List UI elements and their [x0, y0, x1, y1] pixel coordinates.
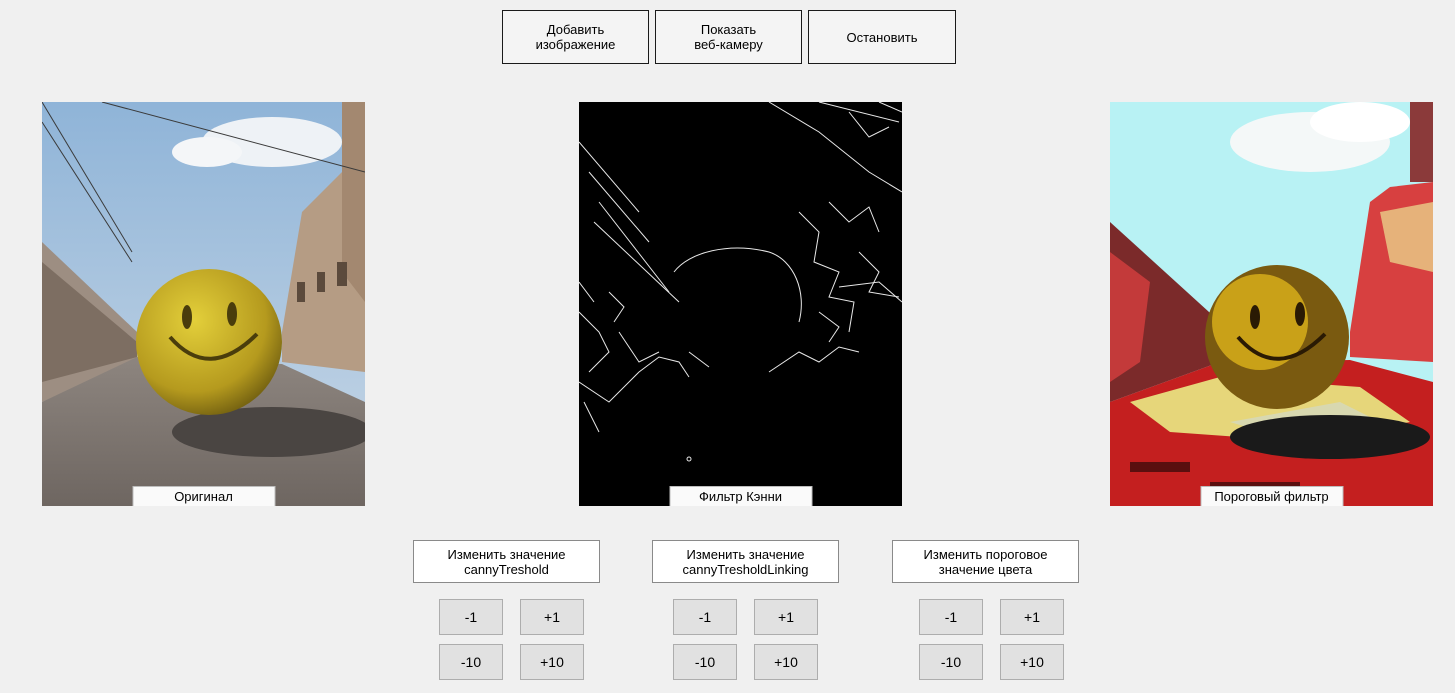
canny-threshold-label-line1: Изменить значение [447, 546, 566, 562]
color-threshold-label: Изменить пороговое значение цвета [892, 540, 1079, 583]
canny-threshold-label-line2: cannyTreshold [464, 561, 549, 577]
show-webcam-button[interactable]: Показать веб-камеру [655, 10, 802, 64]
stop-button[interactable]: Остановить [808, 10, 956, 64]
threshold-image-panel: Пороговый фильтр [1110, 102, 1433, 506]
show-webcam-label-line2: веб-камеру [694, 37, 763, 52]
color-threshold-label-line2: значение цвета [938, 561, 1033, 577]
color-threshold-plus10-button[interactable]: +10 [1000, 644, 1064, 680]
canny-threshold-minus1-button[interactable]: -1 [439, 599, 503, 635]
color-threshold-label-line1: Изменить пороговое [923, 546, 1048, 562]
original-image [42, 102, 365, 506]
canny-caption: Фильтр Кэнни [669, 486, 812, 506]
color-threshold-plus1-button[interactable]: +1 [1000, 599, 1064, 635]
add-image-label-line2: изображение [535, 37, 616, 52]
show-webcam-label-line1: Показать [700, 22, 757, 37]
color-threshold-minus1-button[interactable]: -1 [919, 599, 983, 635]
canny-image-panel: Фильтр Кэнни [579, 102, 902, 506]
canny-linking-label: Изменить значение cannyTresholdLinking [652, 540, 839, 583]
canny-threshold-plus10-button[interactable]: +10 [520, 644, 584, 680]
threshold-caption: Пороговый фильтр [1200, 486, 1343, 506]
canny-linking-minus10-button[interactable]: -10 [673, 644, 737, 680]
color-threshold-minus10-button[interactable]: -10 [919, 644, 983, 680]
canny-linking-minus1-button[interactable]: -1 [673, 599, 737, 635]
add-image-label-line1: Добавить [546, 22, 605, 37]
canny-threshold-minus10-button[interactable]: -10 [439, 644, 503, 680]
add-image-button[interactable]: Добавить изображение [502, 10, 649, 64]
canny-image [579, 102, 902, 506]
stop-label: Остановить [846, 29, 918, 45]
canny-threshold-plus1-button[interactable]: +1 [520, 599, 584, 635]
canny-linking-label-line2: cannyTresholdLinking [682, 561, 809, 577]
threshold-image [1110, 102, 1433, 506]
original-image-panel: Оригинал [42, 102, 365, 506]
canny-linking-label-line1: Изменить значение [686, 546, 805, 562]
original-caption: Оригинал [132, 486, 275, 506]
canny-linking-plus10-button[interactable]: +10 [754, 644, 818, 680]
canny-linking-plus1-button[interactable]: +1 [754, 599, 818, 635]
canny-threshold-label: Изменить значение cannyTreshold [413, 540, 600, 583]
